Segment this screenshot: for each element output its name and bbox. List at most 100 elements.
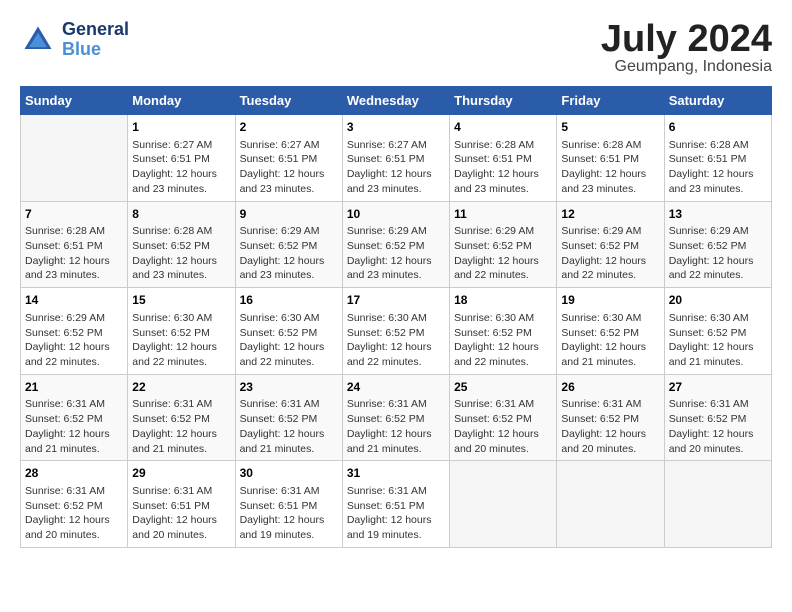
calendar-cell: 20Sunrise: 6:30 AM Sunset: 6:52 PM Dayli…	[664, 288, 771, 375]
day-info: Sunrise: 6:28 AM Sunset: 6:51 PM Dayligh…	[454, 138, 552, 197]
calendar-cell: 17 Sunrise: 6:30 AM Sunset: 6:52 PM Dayli…	[342, 288, 449, 375]
day-number: 3	[347, 119, 445, 136]
calendar-cell: 13Sunrise: 6:29 AM Sunset: 6:52 PM Dayli…	[664, 201, 771, 288]
calendar-cell: 3 Sunrise: 6:27 AM Sunset: 6:51 PM Daylig…	[342, 115, 449, 202]
day-number: 5	[561, 119, 659, 136]
day-info: Sunrise: 6:30 AM Sunset: 6:52 PM Dayligh…	[132, 311, 230, 370]
day-info: Sunrise: 6:27 AM Sunset: 6:51 PM Dayligh…	[132, 138, 230, 197]
day-info: Sunrise: 6:29 AM Sunset: 6:52 PM Dayligh…	[25, 311, 123, 370]
calendar-cell	[664, 461, 771, 548]
day-number: 31	[347, 465, 445, 482]
day-info: Sunrise: 6:28 AM Sunset: 6:51 PM Dayligh…	[25, 224, 123, 283]
calendar-cell	[21, 115, 128, 202]
day-info: Sunrise: 6:29 AM Sunset: 6:52 PM Dayligh…	[454, 224, 552, 283]
day-info: Sunrise: 6:31 AM Sunset: 6:52 PM Dayligh…	[25, 484, 123, 543]
day-info: Sunrise: 6:31 AM Sunset: 6:52 PM Dayligh…	[454, 397, 552, 456]
calendar-cell: 23Sunrise: 6:31 AM Sunset: 6:52 PM Dayli…	[235, 374, 342, 461]
day-number: 11	[454, 206, 552, 223]
calendar-cell: 1Sunrise: 6:27 AM Sunset: 6:51 PM Daylig…	[128, 115, 235, 202]
day-number: 14	[25, 292, 123, 309]
calendar-cell: 12Sunrise: 6:29 AM Sunset: 6:52 PM Dayli…	[557, 201, 664, 288]
day-number: 17	[347, 292, 445, 309]
calendar-cell: 16 Sunrise: 6:30 AM Sunset: 6:52 PM Dayli…	[235, 288, 342, 375]
calendar-cell: 28 Sunrise: 6:31 AM Sunset: 6:52 PM Dayli…	[21, 461, 128, 548]
day-info: Sunrise: 6:31 AM Sunset: 6:52 PM Dayligh…	[240, 397, 338, 456]
day-number: 27	[669, 379, 767, 396]
day-info: Sunrise: 6:27 AM Sunset: 6:51 PM Dayligh…	[347, 138, 445, 197]
day-info: Sunrise: 6:31 AM Sunset: 6:51 PM Dayligh…	[132, 484, 230, 543]
day-info: Sunrise: 6:31 AM Sunset: 6:52 PM Dayligh…	[132, 397, 230, 456]
day-number: 30	[240, 465, 338, 482]
day-info: Sunrise: 6:29 AM Sunset: 6:52 PM Dayligh…	[561, 224, 659, 283]
location: Geumpang, Indonesia	[601, 58, 772, 76]
day-info: Sunrise: 6:30 AM Sunset: 6:52 PM Dayligh…	[240, 311, 338, 370]
month-year: July 2024	[601, 20, 772, 58]
page-header: General Blue July 2024 Geumpang, Indones…	[20, 20, 772, 76]
day-info: Sunrise: 6:31 AM Sunset: 6:52 PM Dayligh…	[25, 397, 123, 456]
calendar-cell: 29 Sunrise: 6:31 AM Sunset: 6:51 PM Dayli…	[128, 461, 235, 548]
day-info: Sunrise: 6:30 AM Sunset: 6:52 PM Dayligh…	[347, 311, 445, 370]
day-info: Sunrise: 6:31 AM Sunset: 6:52 PM Dayligh…	[561, 397, 659, 456]
calendar-cell: 30Sunrise: 6:31 AM Sunset: 6:51 PM Dayli…	[235, 461, 342, 548]
calendar-cell: 25Sunrise: 6:31 AM Sunset: 6:52 PM Dayli…	[450, 374, 557, 461]
calendar-cell: 5 Sunrise: 6:28 AM Sunset: 6:51 PM Daylig…	[557, 115, 664, 202]
day-number: 20	[669, 292, 767, 309]
calendar-cell: 18Sunrise: 6:30 AM Sunset: 6:52 PM Dayli…	[450, 288, 557, 375]
day-number: 9	[240, 206, 338, 223]
day-number: 2	[240, 119, 338, 136]
day-info: Sunrise: 6:30 AM Sunset: 6:52 PM Dayligh…	[454, 311, 552, 370]
calendar-cell: 4 Sunrise: 6:28 AM Sunset: 6:51 PM Daylig…	[450, 115, 557, 202]
calendar-cell: 27Sunrise: 6:31 AM Sunset: 6:52 PM Dayli…	[664, 374, 771, 461]
calendar-cell: 6 Sunrise: 6:28 AM Sunset: 6:51 PM Daylig…	[664, 115, 771, 202]
calendar-cell: 8Sunrise: 6:28 AM Sunset: 6:52 PM Daylig…	[128, 201, 235, 288]
logo-icon	[20, 22, 56, 58]
day-number: 24	[347, 379, 445, 396]
calendar-header-row: SundayMondayTuesdayWednesdayThursdayFrid…	[21, 87, 772, 115]
col-header-wednesday: Wednesday	[342, 87, 449, 115]
calendar-cell: 2Sunrise: 6:27 AM Sunset: 6:51 PM Daylig…	[235, 115, 342, 202]
calendar-week-row: 7Sunrise: 6:28 AM Sunset: 6:51 PM Daylig…	[21, 201, 772, 288]
day-number: 26	[561, 379, 659, 396]
calendar-cell: 9Sunrise: 6:29 AM Sunset: 6:52 PM Daylig…	[235, 201, 342, 288]
day-number: 15	[132, 292, 230, 309]
calendar-cell: 21Sunrise: 6:31 AM Sunset: 6:52 PM Dayli…	[21, 374, 128, 461]
col-header-thursday: Thursday	[450, 87, 557, 115]
calendar-table: SundayMondayTuesdayWednesdayThursdayFrid…	[20, 86, 772, 548]
calendar-cell	[450, 461, 557, 548]
day-info: Sunrise: 6:31 AM Sunset: 6:51 PM Dayligh…	[347, 484, 445, 543]
calendar-cell	[557, 461, 664, 548]
calendar-cell: 22Sunrise: 6:31 AM Sunset: 6:52 PM Dayli…	[128, 374, 235, 461]
day-info: Sunrise: 6:31 AM Sunset: 6:52 PM Dayligh…	[347, 397, 445, 456]
calendar-cell: 24Sunrise: 6:31 AM Sunset: 6:52 PM Dayli…	[342, 374, 449, 461]
day-number: 6	[669, 119, 767, 136]
col-header-sunday: Sunday	[21, 87, 128, 115]
calendar-cell: 19Sunrise: 6:30 AM Sunset: 6:52 PM Dayli…	[557, 288, 664, 375]
day-number: 29	[132, 465, 230, 482]
day-number: 12	[561, 206, 659, 223]
day-number: 19	[561, 292, 659, 309]
calendar-cell: 26Sunrise: 6:31 AM Sunset: 6:52 PM Dayli…	[557, 374, 664, 461]
day-number: 28	[25, 465, 123, 482]
day-number: 8	[132, 206, 230, 223]
calendar-cell: 14 Sunrise: 6:29 AM Sunset: 6:52 PM Dayli…	[21, 288, 128, 375]
day-info: Sunrise: 6:29 AM Sunset: 6:52 PM Dayligh…	[347, 224, 445, 283]
day-info: Sunrise: 6:29 AM Sunset: 6:52 PM Dayligh…	[240, 224, 338, 283]
day-number: 16	[240, 292, 338, 309]
calendar-week-row: 14 Sunrise: 6:29 AM Sunset: 6:52 PM Dayli…	[21, 288, 772, 375]
calendar-cell: 31 Sunrise: 6:31 AM Sunset: 6:51 PM Dayli…	[342, 461, 449, 548]
day-info: Sunrise: 6:28 AM Sunset: 6:51 PM Dayligh…	[669, 138, 767, 197]
col-header-friday: Friday	[557, 87, 664, 115]
calendar-week-row: 28 Sunrise: 6:31 AM Sunset: 6:52 PM Dayli…	[21, 461, 772, 548]
col-header-tuesday: Tuesday	[235, 87, 342, 115]
day-number: 21	[25, 379, 123, 396]
day-info: Sunrise: 6:29 AM Sunset: 6:52 PM Dayligh…	[669, 224, 767, 283]
day-number: 23	[240, 379, 338, 396]
col-header-monday: Monday	[128, 87, 235, 115]
day-number: 10	[347, 206, 445, 223]
calendar-week-row: 21Sunrise: 6:31 AM Sunset: 6:52 PM Dayli…	[21, 374, 772, 461]
day-number: 4	[454, 119, 552, 136]
day-info: Sunrise: 6:28 AM Sunset: 6:51 PM Dayligh…	[561, 138, 659, 197]
logo-text: General Blue	[62, 20, 129, 60]
calendar-cell: 15 Sunrise: 6:30 AM Sunset: 6:52 PM Dayli…	[128, 288, 235, 375]
title-block: July 2024 Geumpang, Indonesia	[601, 20, 772, 76]
